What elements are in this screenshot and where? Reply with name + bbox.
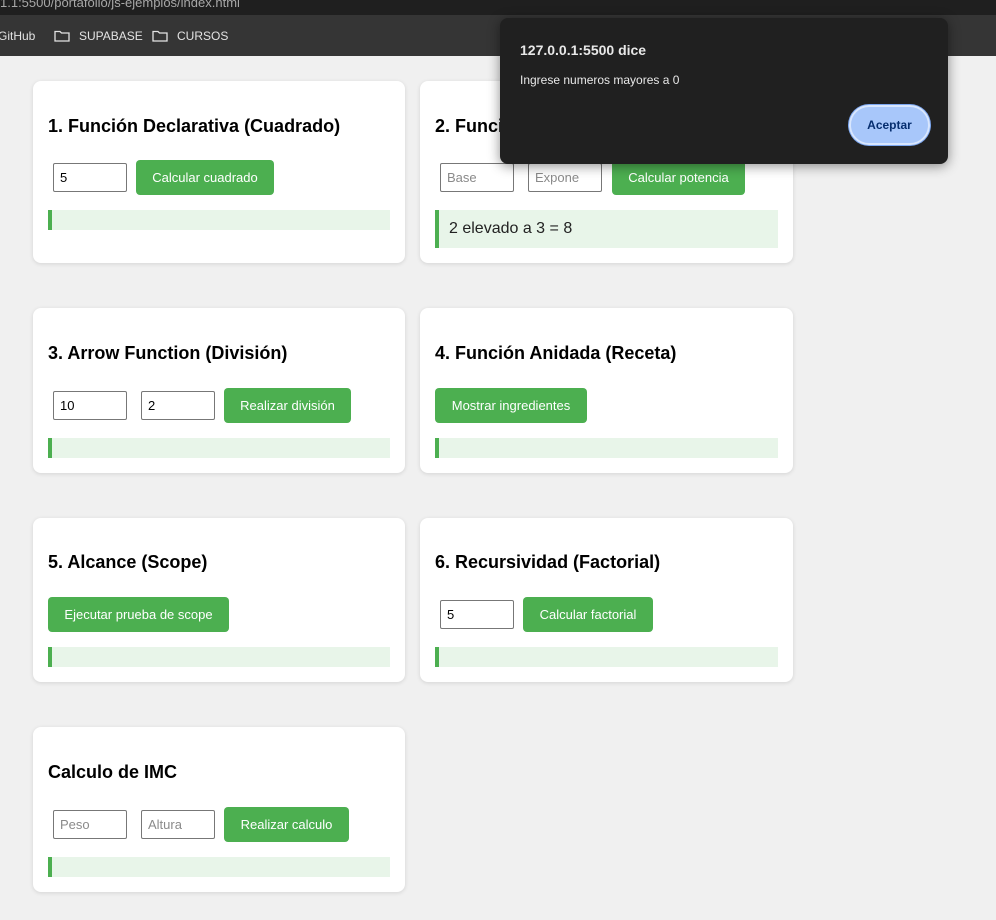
calcular-potencia-button[interactable]: Calcular potencia (612, 160, 745, 195)
card-division: 3. Arrow Function (División) 10 2 Realiz… (33, 308, 405, 473)
result-box (435, 438, 778, 458)
result-box (48, 857, 390, 877)
address-bar[interactable]: 1.1:5500/portafolio/js-ejemplos/index.ht… (0, 0, 996, 15)
bookmark-label: CURSOS (177, 29, 229, 43)
realizar-division-button[interactable]: Realizar división (224, 388, 351, 423)
exponent-input[interactable]: Expone (528, 163, 602, 192)
calcular-cuadrado-button[interactable]: Calcular cuadrado (136, 160, 274, 195)
bookmark-supabase[interactable]: SUPABASE (54, 28, 143, 44)
folder-icon (54, 30, 70, 42)
result-box (48, 647, 390, 667)
result-box (48, 210, 390, 230)
result-box (48, 438, 390, 458)
card-title: 4. Función Anidada (Receta) (435, 343, 677, 363)
dialog-title: 127.0.0.1:5500 dice (520, 42, 647, 58)
peso-input[interactable]: Peso (53, 810, 127, 839)
aceptar-button[interactable]: Aceptar (849, 105, 930, 145)
bookmark-label: SUPABASE (79, 29, 143, 43)
ejecutar-scope-button[interactable]: Ejecutar prueba de scope (48, 597, 229, 632)
card-title: 6. Recursividad (Factorial) (435, 552, 661, 572)
dividend-input[interactable]: 10 (53, 391, 127, 420)
bookmark-cursos[interactable]: CURSOS (152, 28, 228, 44)
bookmark-label: GitHub (0, 29, 36, 43)
card-scope: 5. Alcance (Scope) Ejecutar prueba de sc… (33, 518, 405, 682)
card-title: Calculo de IMC (48, 762, 178, 782)
bookmark-github[interactable]: GitHub (0, 28, 35, 44)
calcular-factorial-button[interactable]: Calcular factorial (523, 597, 653, 632)
alert-dialog: 127.0.0.1:5500 dice Ingrese numeros mayo… (500, 18, 948, 164)
card-imc: Calculo de IMC Peso Altura Realizar calc… (33, 727, 405, 892)
url-text: 1.1:5500/portafolio/js-ejemplos/index.ht… (0, 0, 240, 10)
number-input[interactable]: 5 (440, 600, 514, 629)
card-title: 1. Función Declarativa (Cuadrado) (48, 116, 341, 136)
realizar-calculo-button[interactable]: Realizar calculo (224, 807, 349, 842)
mostrar-ingredientes-button[interactable]: Mostrar ingredientes (435, 388, 587, 423)
dialog-message: Ingrese numeros mayores a 0 (520, 73, 680, 87)
card-factorial: 6. Recursividad (Factorial) 5 Calcular f… (420, 518, 793, 682)
number-input[interactable]: 5 (53, 163, 127, 192)
result-box: 2 elevado a 3 = 8 (435, 210, 778, 248)
card-title: 5. Alcance (Scope) (48, 552, 208, 572)
card-receta: 4. Función Anidada (Receta) Mostrar ingr… (420, 308, 793, 473)
card-title: 3. Arrow Function (División) (48, 343, 288, 363)
divisor-input[interactable]: 2 (141, 391, 215, 420)
result-box (435, 647, 778, 667)
base-input[interactable]: Base (440, 163, 514, 192)
folder-icon (152, 30, 168, 42)
altura-input[interactable]: Altura (141, 810, 215, 839)
card-cuadrado: 1. Función Declarativa (Cuadrado) 5 Calc… (33, 81, 405, 263)
